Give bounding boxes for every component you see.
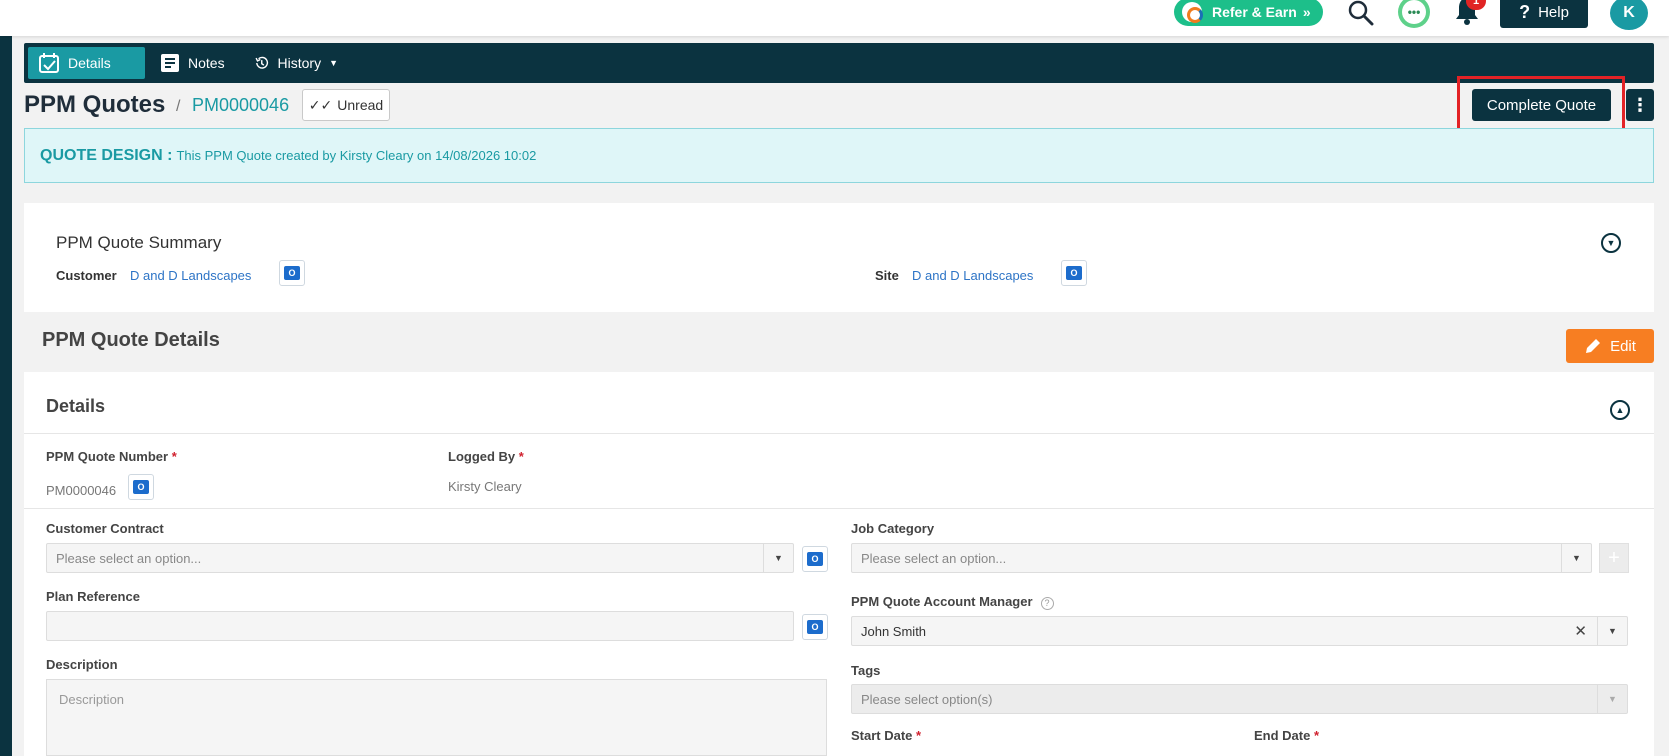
question-icon: ? [1519,1,1531,22]
avatar[interactable]: K [1610,0,1648,30]
outlook-icon[interactable]: O [802,546,828,572]
tab-history[interactable]: History ▼ [244,47,348,79]
summary-title: PPM Quote Summary [56,233,222,252]
customer-contract-label: Customer Contract [46,521,164,536]
customer-contract-placeholder: Please select an option... [56,550,202,566]
quote-reference: PM0000046 [192,95,290,115]
account-manager-value: John Smith [861,623,927,639]
outlook-icon[interactable]: O [1061,260,1087,286]
customer-link[interactable]: D and D Landscapes [130,268,251,283]
chat-icon[interactable]: ••• [1398,0,1430,28]
customer-label: Customer [56,268,117,283]
pencil-icon [1586,339,1601,353]
quote-number-label: PPM Quote Number * [46,449,177,464]
double-chevron-icon: » [1302,4,1311,20]
complete-quote-button[interactable]: Complete Quote [1472,89,1611,121]
logged-by-value: Kirsty Cleary [448,479,522,494]
sidebar-strip [0,36,12,756]
start-date-label: Start Date * [851,728,922,743]
chevron-down-icon[interactable]: ▼ [1561,544,1591,572]
search-icon[interactable] [1346,0,1376,26]
refer-logo-icon [1182,2,1203,23]
refer-earn-button[interactable]: Refer & Earn » [1174,0,1323,26]
summary-card: PPM Quote Summary Customer D and D Lands… [24,203,1654,312]
plan-reference-input[interactable] [46,611,794,641]
history-icon [255,56,269,69]
customer-contract-select[interactable]: Please select an option... ▼ [46,543,794,573]
logged-by-label: Logged By * [448,449,524,464]
job-category-select[interactable]: Please select an option... ▼ [851,543,1592,573]
tab-notes-label: Notes [188,55,225,71]
alert-label: QUOTE DESIGN : [40,146,173,164]
status-alert: QUOTE DESIGN : This PPM Quote created by… [24,128,1654,183]
clear-icon[interactable]: ✕ [1574,622,1587,640]
alert-text: This PPM Quote created by Kirsty Cleary … [176,148,537,163]
plan-reference-label: Plan Reference [46,589,140,604]
site-label: Site [875,268,899,283]
chevron-down-icon: ▼ [329,58,338,68]
chevron-down-icon[interactable]: ▼ [1597,685,1627,713]
site-link[interactable]: D and D Landscapes [912,268,1033,283]
chevron-down-icon[interactable]: ▼ [763,544,793,572]
divider [24,508,1654,509]
breadcrumb-separator: / [176,98,181,115]
job-category-placeholder: Please select an option... [861,550,1007,566]
details-card: Details ▲ PPM Quote Number * PM0000046 O… [24,372,1654,756]
tab-bar: Details Notes History ▼ [24,43,1654,83]
unread-label: Unread [337,97,384,113]
help-label: Help [1538,3,1569,21]
outlook-icon[interactable]: O [802,614,828,640]
tab-history-label: History [277,55,322,71]
top-bar: Refer & Earn » ••• 1 ? Help K [0,0,1669,36]
chevron-down-icon[interactable]: ▼ [1597,617,1627,645]
section-title: Details [46,396,106,416]
job-category-label: Job Category [851,521,935,536]
description-textarea[interactable]: Description [46,679,827,756]
help-circle-icon: ? [1040,597,1054,610]
collapse-down-icon[interactable]: ▼ [1601,233,1621,253]
notes-icon [161,54,179,72]
details-heading: PPM Quote Details [42,329,220,351]
tags-placeholder: Please select option(s) [861,691,993,707]
double-check-icon: ✓✓ [308,96,333,113]
help-button[interactable]: ? Help [1500,0,1588,28]
collapse-up-icon[interactable]: ▲ [1610,400,1630,420]
account-manager-label: PPM Quote Account Manager? [851,594,1054,610]
tab-details[interactable]: Details [28,47,145,79]
edit-button[interactable]: Edit [1566,329,1654,363]
tab-details-label: Details [68,55,111,71]
quote-number-value: PM0000046 [46,483,117,498]
outlook-icon[interactable]: O [128,474,154,500]
end-date-label: End Date * [1254,728,1320,743]
unread-button[interactable]: ✓✓ Unread [302,89,390,121]
divider [24,433,1654,434]
add-job-category-button[interactable]: + [1599,543,1629,573]
description-label: Description [46,657,118,672]
page-title: PPM Quotes [24,91,166,118]
account-manager-select[interactable]: John Smith ✕ ▼ [851,616,1628,646]
calendar-check-icon [39,53,59,73]
edit-label: Edit [1610,337,1636,355]
outlook-icon[interactable]: O [279,260,305,286]
refer-earn-label: Refer & Earn [1212,4,1297,20]
tab-notes[interactable]: Notes [150,47,236,79]
more-options-icon[interactable]: ⋮ [1626,89,1654,121]
tags-label: Tags [851,663,881,678]
tags-select[interactable]: Please select option(s) ▼ [851,684,1628,714]
